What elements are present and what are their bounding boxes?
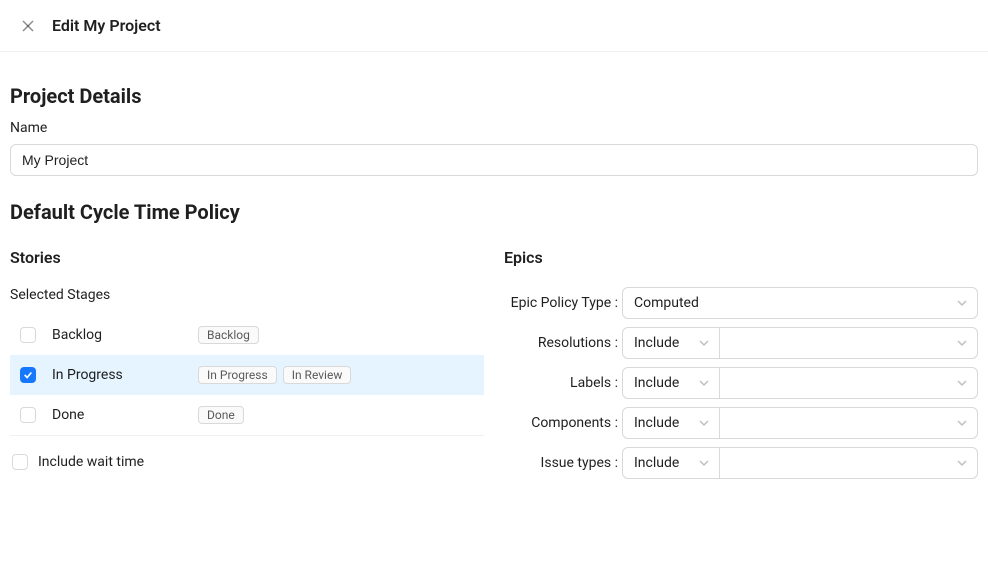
stage-name: Done [52, 407, 182, 423]
select-value: Include [634, 375, 679, 391]
stage-tag: Backlog [198, 326, 259, 344]
chevron-down-icon [957, 418, 967, 428]
stage-tag: In Progress [198, 366, 277, 384]
stage-tags: Done [198, 406, 244, 424]
page-title: Edit My Project [52, 16, 161, 35]
chevron-down-icon [957, 298, 967, 308]
epic-policy-type-label: Epic Policy Type [504, 295, 622, 311]
close-icon[interactable] [20, 18, 36, 34]
stage-checkbox[interactable] [20, 327, 36, 343]
stage-tags: Backlog [198, 326, 259, 344]
project-details-heading: Project Details [10, 84, 978, 108]
stage-name: In Progress [52, 367, 182, 383]
cycle-time-heading: Default Cycle Time Policy [10, 200, 978, 224]
epics-column: Epics Epic Policy Type Computed Resoluti… [504, 248, 978, 487]
components-value-select[interactable] [720, 407, 978, 439]
components-mode-select[interactable]: Include [622, 407, 720, 439]
chevron-down-icon [699, 378, 709, 388]
stories-heading: Stories [10, 248, 484, 267]
components-label: Components [504, 415, 622, 431]
include-wait-time-checkbox[interactable] [12, 454, 28, 470]
chevron-down-icon [699, 418, 709, 428]
stage-checkbox[interactable] [20, 407, 36, 423]
stage-tag: Done [198, 406, 244, 424]
resolutions-value-select[interactable] [720, 327, 978, 359]
resolutions-label: Resolutions [504, 335, 622, 351]
name-label: Name [10, 120, 978, 136]
resolutions-mode-select[interactable]: Include [622, 327, 720, 359]
select-value: Include [634, 415, 679, 431]
selected-stages-label: Selected Stages [10, 287, 484, 303]
chevron-down-icon [957, 378, 967, 388]
content: Project Details Name Default Cycle Time … [0, 52, 988, 517]
epics-heading: Epics [504, 248, 978, 267]
stories-column: Stories Selected Stages Backlog Backlog [10, 248, 484, 487]
stage-checkbox[interactable] [20, 367, 36, 383]
chevron-down-icon [957, 458, 967, 468]
header: Edit My Project [0, 0, 988, 52]
stage-row-backlog[interactable]: Backlog Backlog [10, 315, 484, 355]
labels-label: Labels [504, 375, 622, 391]
stage-row-done[interactable]: Done Done [10, 395, 484, 435]
issue-types-label: Issue types [504, 455, 622, 471]
chevron-down-icon [699, 458, 709, 468]
select-value: Computed [634, 295, 699, 311]
stage-tag: In Review [283, 366, 352, 384]
stage-row-in-progress[interactable]: In Progress In Progress In Review [10, 355, 484, 395]
include-wait-time-row[interactable]: Include wait time [10, 454, 484, 470]
stage-tags: In Progress In Review [198, 366, 351, 384]
stage-name: Backlog [52, 327, 182, 343]
project-name-input[interactable] [10, 144, 978, 176]
issue-types-value-select[interactable] [720, 447, 978, 479]
stage-list: Backlog Backlog In Progress In Progress … [10, 315, 484, 436]
labels-value-select[interactable] [720, 367, 978, 399]
labels-mode-select[interactable]: Include [622, 367, 720, 399]
include-wait-time-label: Include wait time [38, 454, 144, 470]
select-value: Include [634, 455, 679, 471]
chevron-down-icon [957, 338, 967, 348]
issue-types-mode-select[interactable]: Include [622, 447, 720, 479]
select-value: Include [634, 335, 679, 351]
epic-policy-type-select[interactable]: Computed [622, 287, 978, 319]
chevron-down-icon [699, 338, 709, 348]
